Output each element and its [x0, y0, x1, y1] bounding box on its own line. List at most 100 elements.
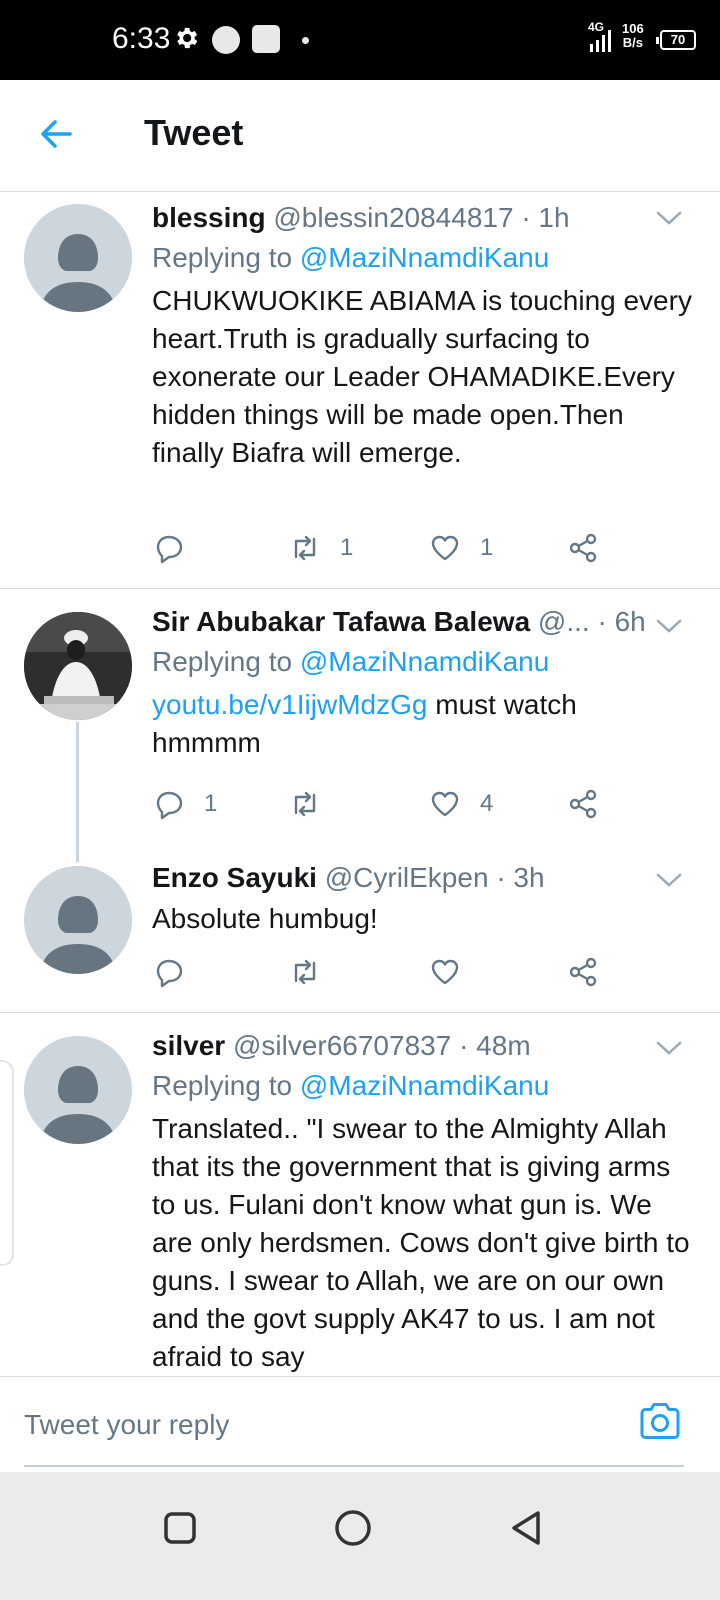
network-speed: 106 B/s	[622, 22, 644, 50]
chevron-down-icon[interactable]	[656, 1040, 682, 1056]
speed-unit: B/s	[622, 35, 643, 50]
retweet-icon	[294, 959, 316, 985]
default-avatar-icon	[24, 1036, 132, 1144]
tweet-time: · 6h	[597, 606, 646, 637]
recent-apps-icon[interactable]	[152, 1500, 208, 1556]
author-name[interactable]: Sir Abubakar Tafawa Balewa	[152, 606, 530, 637]
author-name[interactable]: blessing	[152, 202, 266, 233]
author-handle[interactable]: @silver66707837	[233, 1030, 451, 1061]
tweet-meta: silver @silver66707837 · 48m	[152, 1028, 692, 1064]
chevron-down-icon[interactable]	[656, 872, 682, 888]
author-name[interactable]: Enzo Sayuki	[152, 862, 317, 893]
tweet-time: · 3h	[496, 862, 545, 893]
retweet-count: 1	[340, 534, 354, 561]
divider	[0, 588, 720, 589]
tweet[interactable]: blessing @blessin20844817 · 1h Replying …	[0, 192, 720, 588]
notification-dot-icon	[302, 37, 309, 44]
default-avatar-icon	[24, 204, 132, 312]
share-icon	[569, 789, 597, 819]
like-count: 4	[480, 790, 494, 817]
status-bar: 6:33 4G 106 B/s 70	[0, 0, 720, 80]
like-button[interactable]: 4	[428, 784, 493, 824]
retweet-button[interactable]	[288, 952, 340, 992]
tweet[interactable]: Enzo Sayuki @CyrilEkpen · 3h Absolute hu…	[0, 856, 720, 1012]
chevron-down-icon[interactable]	[656, 618, 682, 634]
author-handle[interactable]: @CyrilEkpen	[325, 862, 489, 893]
arrow-left-icon[interactable]	[36, 114, 76, 154]
tweet-body: Sir Abubakar Tafawa Balewa @... · 6h Rep…	[152, 604, 692, 762]
default-avatar-icon	[24, 866, 132, 974]
avatar[interactable]	[24, 1036, 132, 1144]
retweet-button[interactable]	[288, 784, 340, 824]
notification-circle-icon	[212, 26, 240, 54]
share-icon	[569, 533, 597, 563]
reply-bubble-icon	[156, 535, 183, 564]
tweet-text: Absolute humbug!	[152, 903, 378, 934]
share-button[interactable]	[566, 528, 600, 568]
avatar[interactable]	[24, 612, 132, 720]
back-nav-icon[interactable]	[498, 1500, 554, 1556]
reply-bubble-icon	[156, 791, 183, 820]
reply-underline	[24, 1465, 684, 1467]
profile-photo	[24, 612, 132, 720]
share-button[interactable]	[566, 784, 600, 824]
chevron-down-icon[interactable]	[656, 210, 682, 226]
tweet[interactable]: Sir Abubakar Tafawa Balewa @... · 6h Rep…	[0, 600, 720, 840]
retweet-button[interactable]: 1	[288, 528, 353, 568]
like-button[interactable]	[428, 952, 480, 992]
notification-square-icon	[252, 25, 280, 53]
heart-icon	[431, 959, 459, 985]
header: Tweet	[0, 80, 720, 192]
tweet-time: · 48m	[459, 1030, 531, 1061]
reply-bar	[0, 1376, 720, 1473]
mention-link[interactable]: @MaziNnamdiKanu	[300, 1070, 549, 1101]
share-icon	[569, 957, 597, 987]
settings-gear-icon	[177, 27, 198, 49]
retweet-icon	[294, 535, 316, 561]
tweet-time: · 1h	[521, 202, 570, 233]
reply-count: 1	[204, 790, 218, 817]
system-nav-bar	[0, 1472, 720, 1600]
signal-icon	[590, 30, 611, 52]
reply-button[interactable]: 1	[152, 784, 217, 824]
retweet-icon	[294, 791, 316, 817]
avatar[interactable]	[24, 204, 132, 312]
tweet[interactable]: silver @silver66707837 · 48m Replying to…	[0, 1024, 720, 1376]
replying-prefix: Replying to	[152, 646, 293, 677]
author-handle[interactable]: @blessin20844817	[273, 202, 513, 233]
mention-link[interactable]: @MaziNnamdiKanu	[300, 646, 549, 677]
home-icon[interactable]	[325, 1500, 381, 1556]
speed-value: 106	[622, 21, 644, 36]
heart-icon	[431, 791, 459, 817]
tweet-body: Enzo Sayuki @CyrilEkpen · 3h Absolute hu…	[152, 860, 692, 938]
replying-to: Replying to @MaziNnamdiKanu	[152, 1066, 692, 1106]
battery-icon: 70	[656, 30, 696, 50]
tweet-meta: Enzo Sayuki @CyrilEkpen · 3h	[152, 860, 692, 896]
status-time: 6:33	[112, 22, 171, 55]
replying-to: Replying to @MaziNnamdiKanu	[152, 642, 692, 682]
like-count: 1	[480, 534, 494, 561]
replying-to: Replying to @MaziNnamdiKanu	[152, 238, 692, 278]
mention-link[interactable]: @MaziNnamdiKanu	[300, 242, 549, 273]
page-title: Tweet	[144, 112, 244, 153]
tweet-body: blessing @blessin20844817 · 1h Replying …	[152, 200, 692, 472]
share-button[interactable]	[566, 952, 600, 992]
reply-button[interactable]	[152, 528, 204, 568]
camera-icon[interactable]	[638, 1401, 682, 1441]
tweet-actions	[152, 952, 612, 992]
tweet-link[interactable]: youtu.be/v1IijwMdzGg	[152, 689, 427, 720]
tweet-text: Translated.. "I swear to the Almighty Al…	[152, 1113, 690, 1372]
replying-prefix: Replying to	[152, 242, 293, 273]
tweet-meta: blessing @blessin20844817 · 1h	[152, 200, 692, 236]
tweet-text: youtu.be/v1IijwMdzGg must watch hmmmm	[152, 686, 692, 762]
author-handle[interactable]: @...	[538, 606, 590, 637]
author-name[interactable]: silver	[152, 1030, 225, 1061]
reply-bubble-icon	[156, 959, 183, 988]
reply-input[interactable]	[24, 1377, 624, 1473]
tweet-meta: Sir Abubakar Tafawa Balewa @... · 6h	[152, 604, 692, 640]
reply-button[interactable]	[152, 952, 204, 992]
tweet-body: silver @silver66707837 · 48m Replying to…	[152, 1028, 692, 1376]
tweet-text: CHUKWUOKIKE ABIAMA is touching every hea…	[152, 285, 692, 468]
avatar[interactable]	[24, 866, 132, 974]
like-button[interactable]: 1	[428, 528, 493, 568]
